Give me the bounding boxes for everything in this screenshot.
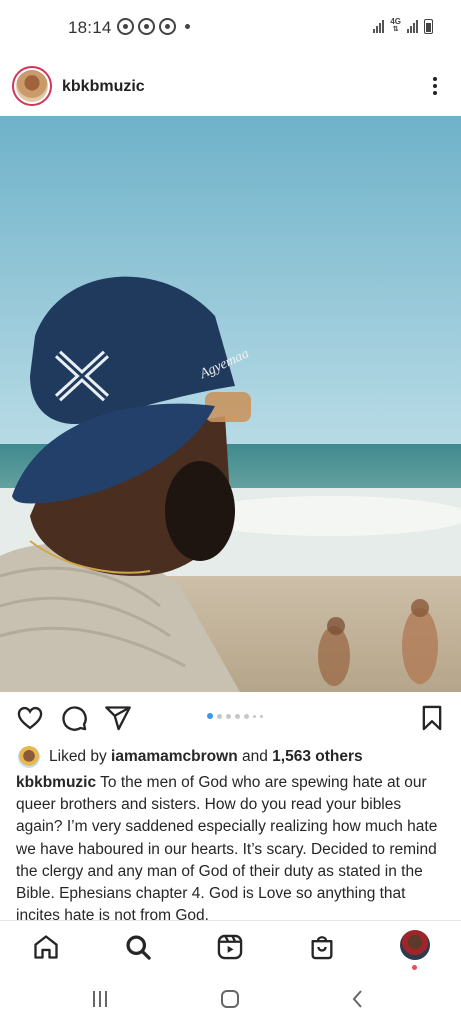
whatsapp-icon <box>159 18 176 35</box>
back-icon[interactable] <box>346 988 370 1010</box>
system-indicators: 4G ⇅ <box>373 18 433 34</box>
likes-middle: and <box>237 748 273 765</box>
home-circle-icon[interactable] <box>218 988 242 1010</box>
signal-icon <box>373 19 385 33</box>
shop-icon[interactable] <box>308 933 336 961</box>
save-bookmark-icon[interactable] <box>418 704 446 732</box>
home-icon[interactable] <box>32 933 60 961</box>
status-time: 18:14 <box>68 18 112 37</box>
likes-prefix: Liked by <box>49 748 107 765</box>
more-options-icon[interactable] <box>431 74 439 98</box>
post-header: kbkbmuzic <box>0 64 461 112</box>
likes-row[interactable]: Liked by iamamamcbrown and 1,563 others <box>18 746 451 768</box>
share-send-icon[interactable] <box>104 704 132 732</box>
network-label: 4G <box>390 17 401 26</box>
caption-text: To the men of God who are spewing hate a… <box>16 774 438 925</box>
signal-icon-2 <box>407 19 418 33</box>
carousel-indicator <box>207 713 263 719</box>
profile-avatar[interactable] <box>400 930 430 960</box>
dot-icon <box>185 24 190 29</box>
battery-icon <box>424 18 433 34</box>
liker-avatar <box>18 746 40 768</box>
comment-icon[interactable] <box>60 704 88 732</box>
like-heart-icon[interactable] <box>16 704 44 732</box>
network-type: 4G ⇅ <box>390 18 401 34</box>
whatsapp-icon <box>138 18 155 35</box>
liker-username[interactable]: iamamamcbrown <box>111 748 238 766</box>
system-navigation-bar <box>0 974 461 1024</box>
post-username[interactable]: kbkbmuzic <box>62 78 145 96</box>
data-arrows-icon: ⇅ <box>392 26 399 33</box>
post-actions <box>0 700 461 736</box>
notification-icons <box>117 18 190 35</box>
search-icon[interactable] <box>124 933 152 961</box>
caption-author[interactable]: kbkbmuzic <box>16 774 96 791</box>
likes-count[interactable]: 1,563 others <box>272 748 362 766</box>
post-caption: kbkbmuzic To the men of God who are spew… <box>16 772 451 927</box>
bottom-navigation <box>0 920 461 972</box>
status-bar: 18:14 4G ⇅ <box>0 0 461 56</box>
whatsapp-icon <box>117 18 134 35</box>
reels-icon[interactable] <box>216 933 244 961</box>
post-photo[interactable]: Agyemaa <box>0 116 461 692</box>
recents-icon[interactable] <box>88 988 112 1010</box>
profile-notification-dot <box>412 965 417 970</box>
user-avatar[interactable] <box>12 66 52 106</box>
beach-photo-image: Agyemaa <box>0 116 461 692</box>
